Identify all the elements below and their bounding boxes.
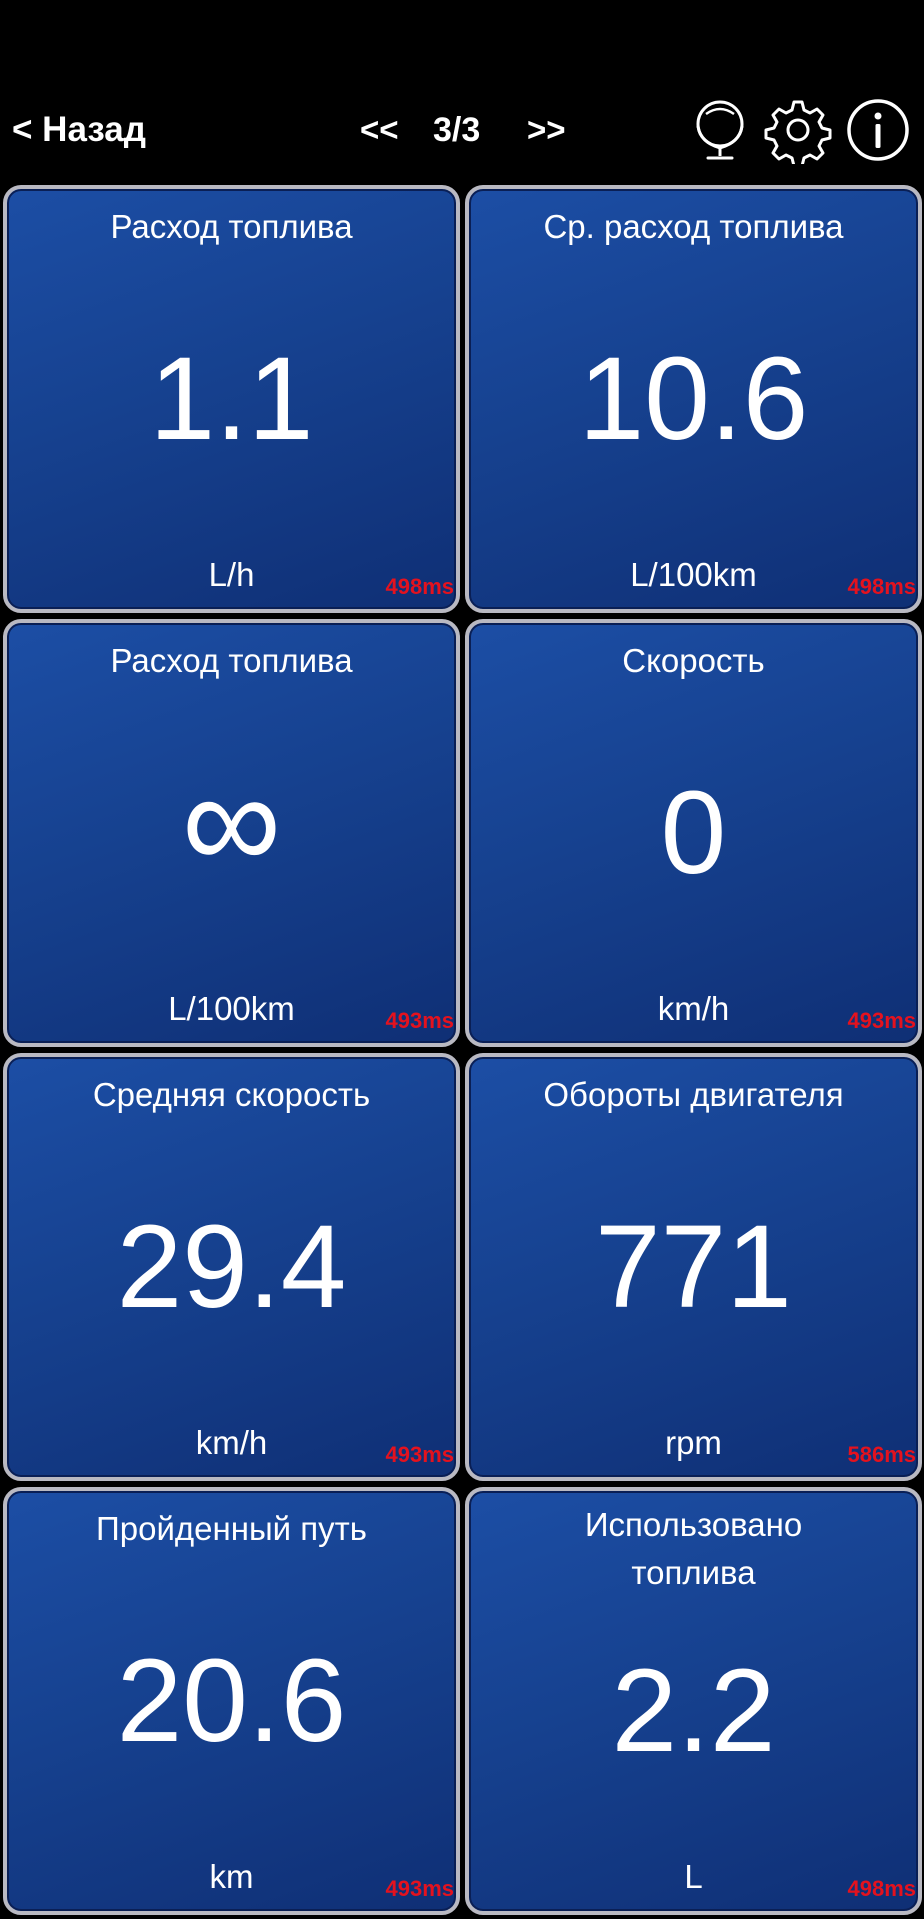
next-page-button[interactable]: >>: [527, 106, 566, 154]
gauge-value: ∞: [181, 742, 282, 899]
previous-page-button[interactable]: <<: [360, 106, 399, 154]
gauge-value: 2.2: [611, 1645, 776, 1777]
obd-dashboard-screen: < Назад << 3/3 >> Расход топлива 1.1 L/h…: [0, 0, 924, 1919]
globe-button[interactable]: [686, 96, 754, 164]
gauge-latency: 493ms: [385, 1008, 454, 1033]
gauge-title: Использовано топлива: [584, 1506, 803, 1591]
info-icon: [847, 99, 909, 161]
gauge-tile-engine-rpm[interactable]: Обороты двигателя 771 rpm 586ms: [465, 1053, 922, 1481]
gauge-latency: 586ms: [847, 1442, 916, 1467]
gauge-tile-fuel-consumption[interactable]: Расход топлива ∞ L/100km 493ms: [3, 619, 460, 1047]
gauge-value: 10.6: [578, 333, 809, 465]
gauge-value: 0: [660, 767, 727, 899]
back-button[interactable]: < Назад: [12, 106, 146, 154]
gauge-tile-speed[interactable]: Скорость 0 km/h 493ms: [465, 619, 922, 1047]
page-indicator: 3/3: [433, 111, 481, 149]
gauge-value: 29.4: [116, 1201, 347, 1333]
gear-icon: [764, 100, 832, 164]
settings-button[interactable]: [764, 96, 832, 164]
gauge-latency: 493ms: [385, 1876, 454, 1901]
gauge-value: 1.1: [149, 333, 314, 465]
gauge-latency: 498ms: [847, 574, 916, 599]
gauge-grid: Расход топлива 1.1 L/h 498ms Ср. расход …: [0, 185, 924, 1919]
gauge-title: Расход топлива: [110, 642, 353, 679]
gauge-title: Обороты двигателя: [543, 1076, 844, 1113]
info-button[interactable]: [844, 96, 912, 164]
globe-icon: [696, 100, 744, 160]
gauge-title: Средняя скорость: [92, 1076, 371, 1113]
gauge-tile-distance[interactable]: Пройденный путь 20.6 km 493ms: [3, 1487, 460, 1915]
gauge-title: Расход топлива: [110, 208, 353, 245]
gauge-latency: 493ms: [847, 1008, 916, 1033]
gauge-latency: 498ms: [847, 1876, 916, 1901]
top-bar: < Назад << 3/3 >>: [0, 88, 924, 172]
gauge-latency: 493ms: [385, 1442, 454, 1467]
gauge-value: 771: [595, 1201, 792, 1333]
gauge-title: Пройденный путь: [96, 1510, 367, 1547]
gauge-title: Скорость: [622, 642, 765, 679]
gauge-tile-fuel-used[interactable]: Использовано топлива 2.2 L 498ms: [465, 1487, 922, 1915]
gauge-latency: 498ms: [385, 574, 454, 599]
gauge-tile-avg-fuel-consumption[interactable]: Ср. расход топлива 10.6 L/100km 498ms: [465, 185, 922, 613]
gauge-title: Ср. расход топлива: [543, 208, 844, 245]
gauge-value: 20.6: [116, 1635, 347, 1767]
gauge-tile-fuel-rate[interactable]: Расход топлива 1.1 L/h 498ms: [3, 185, 460, 613]
gauge-tile-avg-speed[interactable]: Средняя скорость 29.4 km/h 493ms: [3, 1053, 460, 1481]
